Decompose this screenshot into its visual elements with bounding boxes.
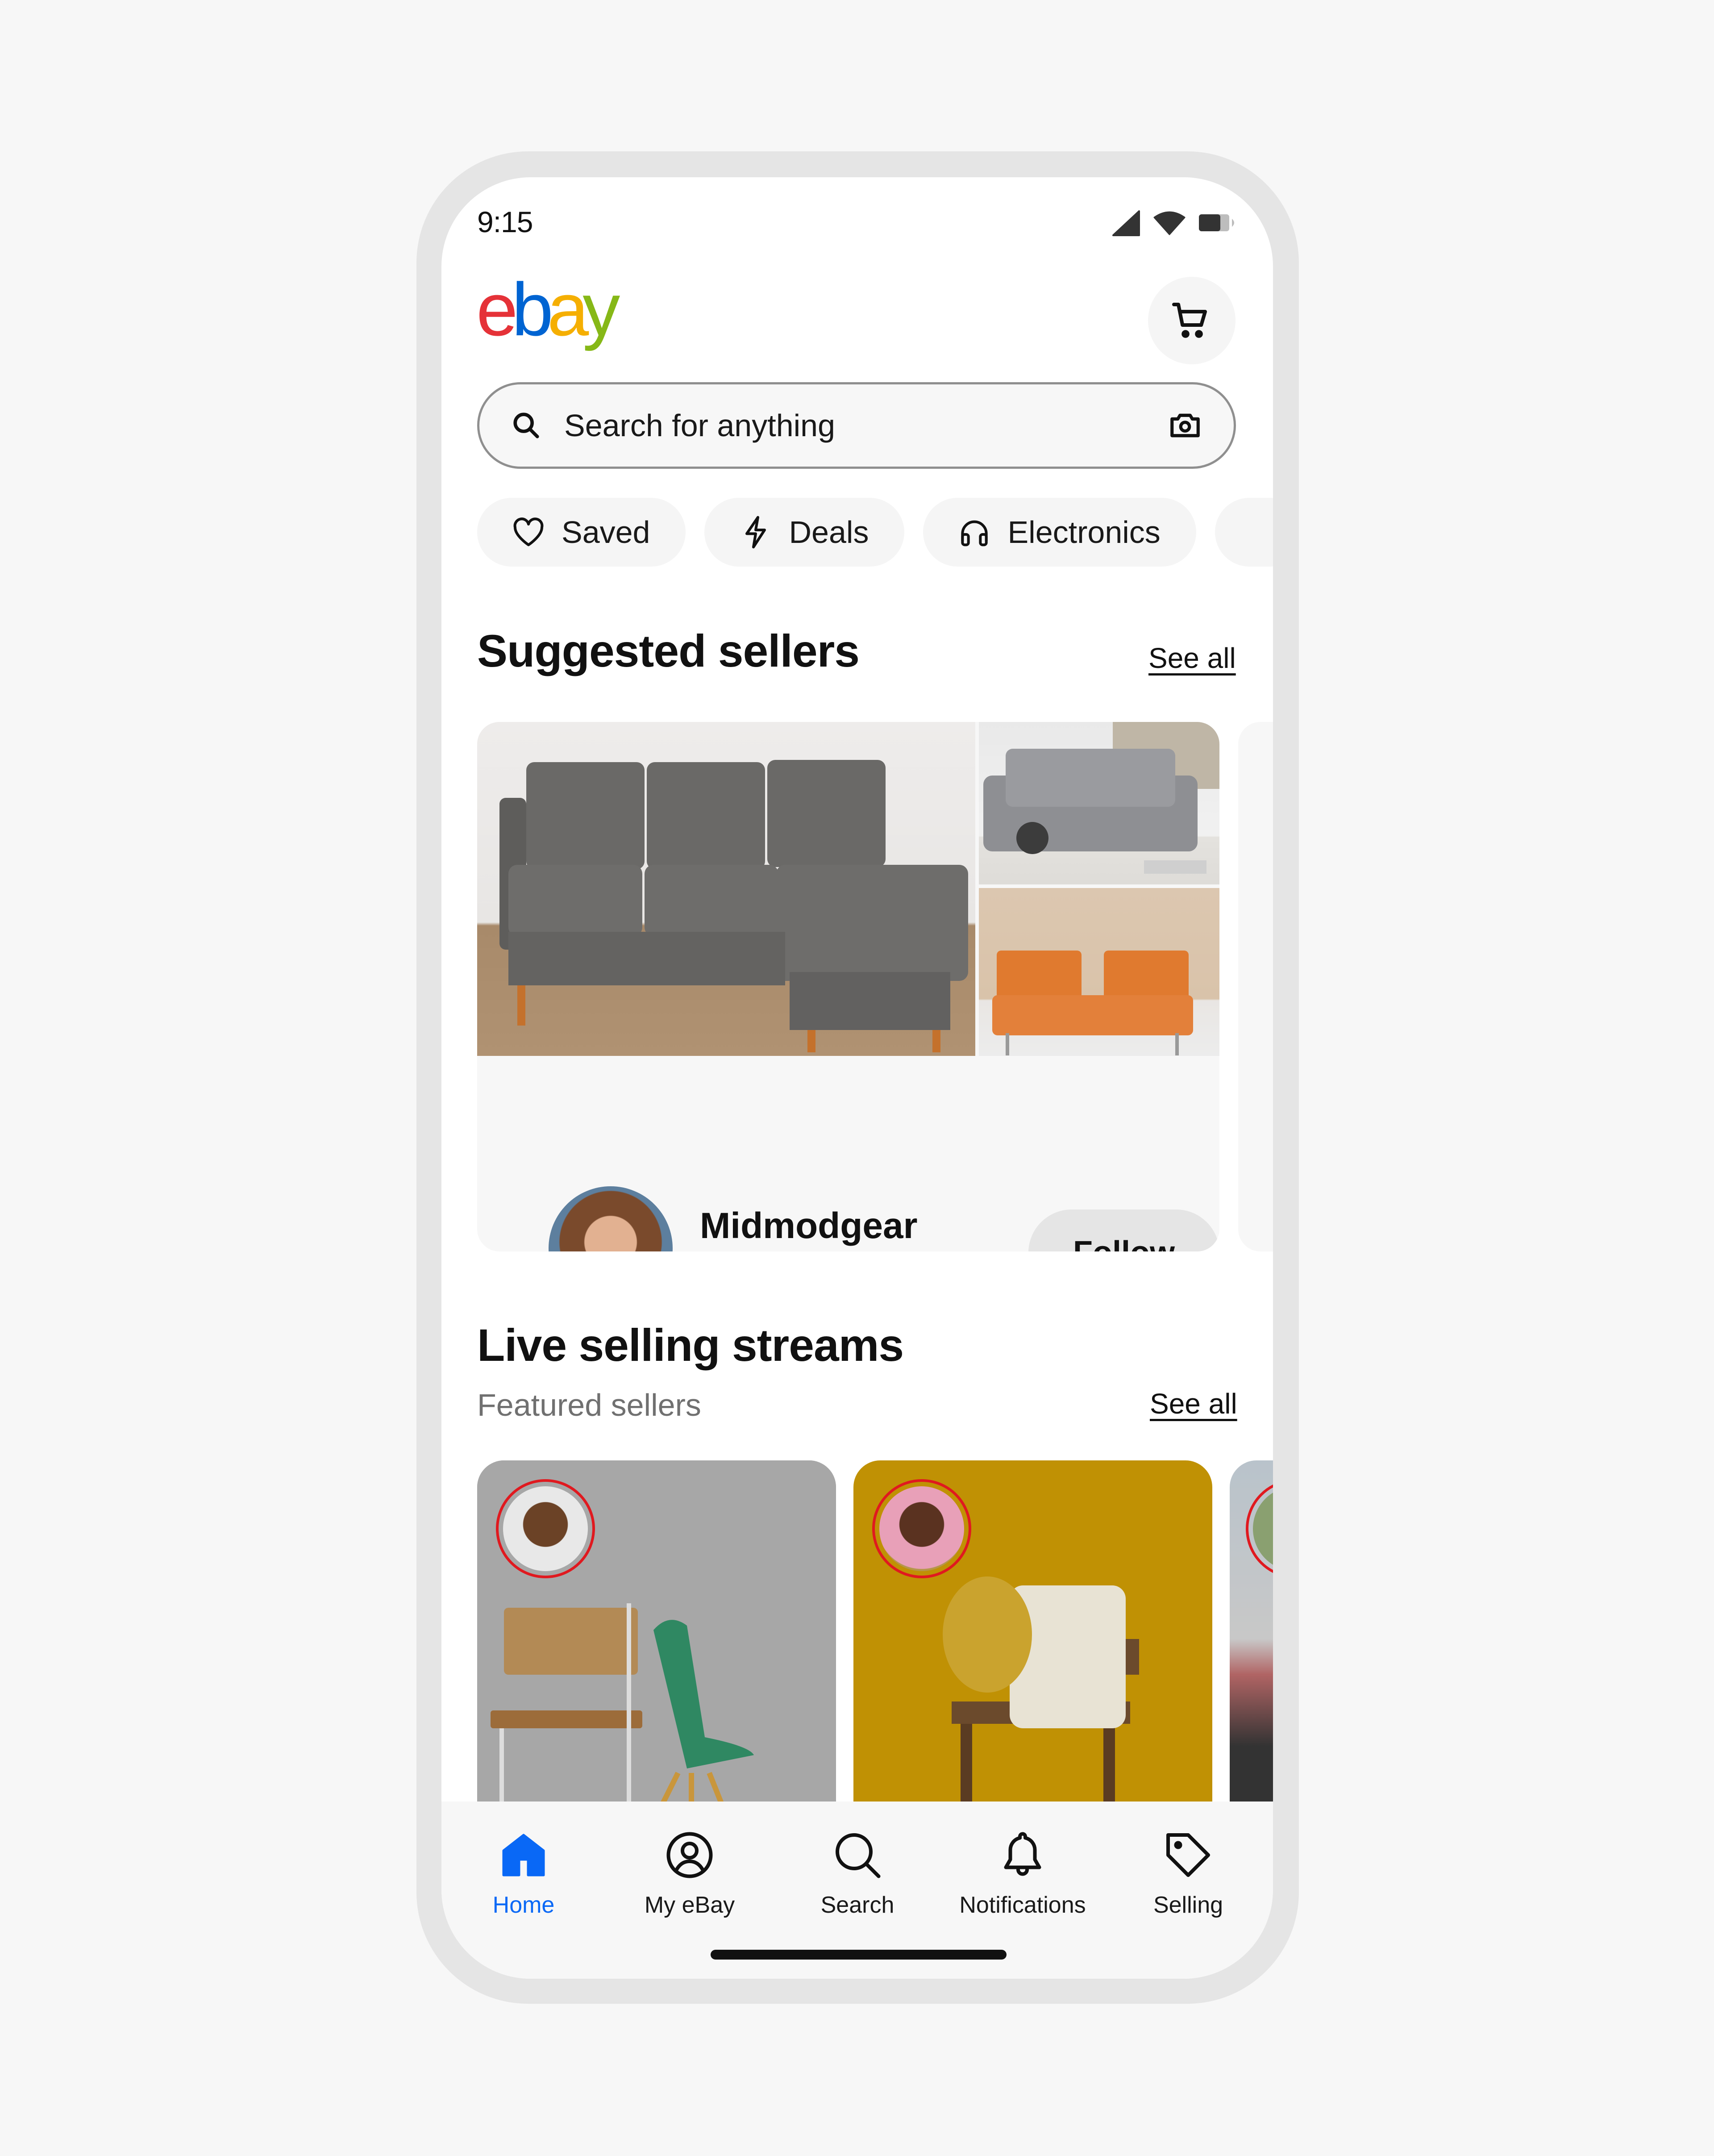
logo-letter-e: e: [476, 281, 515, 351]
home-icon: [502, 1834, 545, 1877]
logo-letter-y: y: [582, 281, 620, 351]
seller-card-next-partial[interactable]: [1238, 722, 1273, 1251]
nav-label: Notifications: [959, 1892, 1086, 1918]
stream-seller-avatar[interactable]: [496, 1479, 595, 1578]
search-input[interactable]: Search for anything: [477, 382, 1236, 469]
follow-button[interactable]: Follow: [1028, 1209, 1219, 1251]
chip-label: Saved: [562, 515, 650, 550]
ebay-logo[interactable]: ebay: [476, 267, 655, 356]
chip-electronics[interactable]: Electronics: [923, 498, 1196, 567]
stream-card-partial[interactable]: [1230, 1460, 1273, 1818]
seller-product-image-top[interactable]: [979, 722, 1219, 884]
suggested-sellers-title: Suggested sellers: [477, 626, 860, 676]
home-indicator[interactable]: [711, 1950, 1007, 1960]
nav-notifications[interactable]: Notifications: [947, 1828, 1098, 1918]
suggested-sellers-see-all-link[interactable]: See all: [1148, 642, 1236, 675]
live-streams-title: Live selling streams: [477, 1320, 904, 1371]
nav-label: Selling: [1153, 1892, 1223, 1918]
signal-icon: [1112, 210, 1140, 236]
seller-product-image-main[interactable]: [477, 722, 975, 1056]
nav-home[interactable]: Home: [448, 1828, 599, 1918]
nav-selling[interactable]: Selling: [1112, 1828, 1264, 1918]
lightning-icon: [745, 516, 766, 549]
live-streams-see-all-link[interactable]: See all: [1150, 1387, 1237, 1420]
chip-more-partial[interactable]: [1215, 498, 1273, 567]
bell-icon: [1004, 1832, 1041, 1876]
nav-label: Home: [492, 1892, 555, 1918]
cart-icon: [1172, 303, 1207, 338]
chip-label: Electronics: [1007, 515, 1161, 550]
chip-deals[interactable]: Deals: [704, 498, 905, 567]
nav-label: Search: [820, 1892, 894, 1918]
user-circle-icon: [666, 1832, 713, 1878]
search-icon: [513, 413, 539, 438]
seller-name[interactable]: Midmodgear: [700, 1205, 917, 1247]
heart-icon: [513, 517, 544, 546]
camera-icon[interactable]: [1168, 408, 1202, 443]
svg-text:ebay: ebay: [476, 281, 620, 351]
headphones-icon: [961, 520, 988, 546]
phone-screen: 9:15 ebay Search for anything Saved Deal…: [441, 177, 1273, 1979]
search-placeholder: Search for anything: [564, 408, 836, 443]
wifi-icon: [1153, 211, 1186, 235]
tag-icon: [1166, 1833, 1210, 1877]
quick-links-row: Saved Deals Electronics: [477, 498, 1273, 567]
seller-card[interactable]: Midmodgear 98% positive Follow: [477, 722, 1219, 1251]
nav-label: My eBay: [644, 1892, 735, 1918]
battery-icon: [1199, 214, 1234, 231]
chip-label: Deals: [789, 515, 869, 550]
search-icon: [836, 1833, 881, 1878]
seller-avatar[interactable]: [549, 1186, 673, 1251]
nav-my-ebay[interactable]: My eBay: [614, 1828, 765, 1918]
chip-saved[interactable]: Saved: [477, 498, 686, 567]
stream-seller-avatar[interactable]: [1246, 1479, 1273, 1578]
live-streams-subtitle: Featured sellers: [477, 1388, 701, 1422]
stream-seller-avatar[interactable]: [872, 1479, 971, 1578]
status-icons: [1111, 209, 1237, 236]
nav-search[interactable]: Search: [782, 1828, 933, 1918]
status-time: 9:15: [477, 205, 533, 238]
seller-product-image-bottom[interactable]: [979, 888, 1219, 1056]
stream-card[interactable]: [477, 1460, 836, 1818]
cart-button[interactable]: [1148, 277, 1236, 364]
stream-card[interactable]: [853, 1460, 1212, 1818]
logo-letter-b: b: [512, 281, 550, 351]
